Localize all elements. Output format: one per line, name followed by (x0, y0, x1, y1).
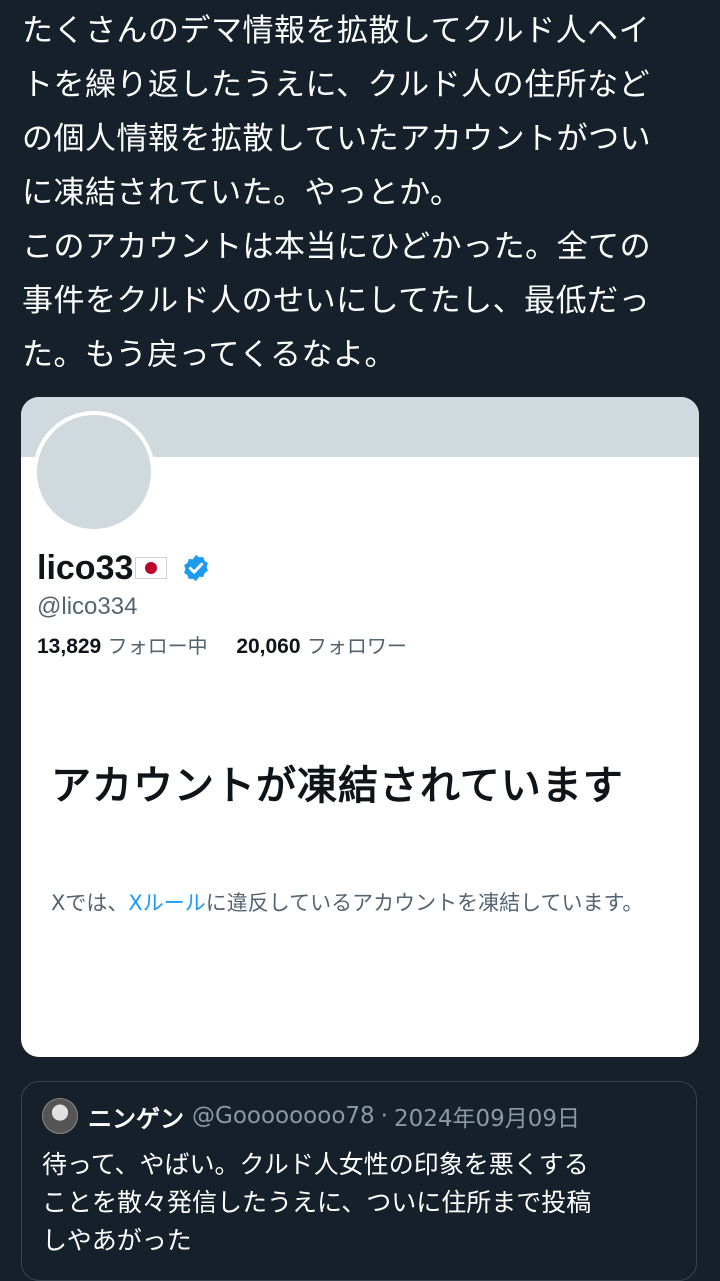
follow-stats: 13,829 フォロー中 20,060 フォロワー (37, 630, 407, 659)
tweet-text-line: たくさんのデマ情報を拡散してクルド人ヘイ (22, 13, 651, 49)
suspended-desc-suffix: に違反しているアカウントを凍結しています。 (205, 891, 644, 915)
profile-avatar (33, 411, 155, 533)
quote-text-line: ことを散々発信したうえに、ついに住所まで投稿 (42, 1188, 592, 1217)
followers-count: 20,060 (236, 635, 301, 658)
tweet-text-line: 事件をクルド人のせいにしてたし、最低だっ (22, 283, 651, 319)
quote-date: 2024年09月09日 (393, 1106, 581, 1132)
quote-text-line: しやあがった (42, 1226, 192, 1255)
following-count: 13,829 (37, 635, 102, 658)
following-label: フォロー中 (107, 634, 208, 658)
display-name-row: lico33 (37, 545, 211, 591)
tweet-text-line: の個人情報を拡散していたアカウントがつい (22, 121, 652, 157)
japan-flag-icon (135, 557, 168, 579)
tweet-text-line: に凍結されていた。やっとか。 (22, 175, 462, 211)
quote-author-name[interactable]: ニンゲン (88, 1099, 184, 1134)
suspended-description: Xでは、Xルールに違反しているアカウントを凍結しています。 (51, 887, 661, 919)
quote-avatar[interactable] (42, 1098, 78, 1134)
profile-handle: @lico334 (37, 593, 138, 620)
quote-text: 待って、やばい。クルド人女性の印象を悪くする ことを散々発信したうえに、ついに住… (42, 1146, 682, 1260)
suspended-title: アカウントが凍結されています (51, 763, 624, 809)
quoted-tweet[interactable]: ニンゲン @Goooooooo78 · 2024年09月09日 待って、やばい。… (21, 1081, 697, 1281)
tweet-text-line: トを繰り返したうえに、クルド人の住所など (22, 67, 651, 103)
tweet-text-line: このアカウントは本当にひどかった。全ての (22, 229, 652, 265)
suspended-desc-prefix: Xでは、 (51, 891, 129, 915)
quoted-tweet-header: ニンゲン @Goooooooo78 · 2024年09月09日 (42, 1098, 580, 1134)
tweet-text-line: た。もう戻ってくるなよ。 (22, 337, 396, 373)
followers-label: フォロワー (306, 634, 407, 658)
display-name: lico33 (37, 548, 134, 587)
suspended-profile-screenshot[interactable]: lico33 @lico334 13,829 フォロー中 20,060 フォロワ… (21, 397, 699, 1057)
quote-text-line: 待って、やばい。クルド人女性の印象を悪くする (42, 1150, 589, 1179)
quote-separator: · (380, 1103, 388, 1129)
verified-badge-icon (184, 554, 209, 582)
tweet-text: たくさんのデマ情報を拡散してクルド人ヘイ トを繰り返したうえに、クルド人の住所な… (22, 4, 702, 382)
x-rules-link[interactable]: Xルール (128, 891, 205, 915)
quote-author-handle: @Goooooooo78 (192, 1103, 375, 1129)
